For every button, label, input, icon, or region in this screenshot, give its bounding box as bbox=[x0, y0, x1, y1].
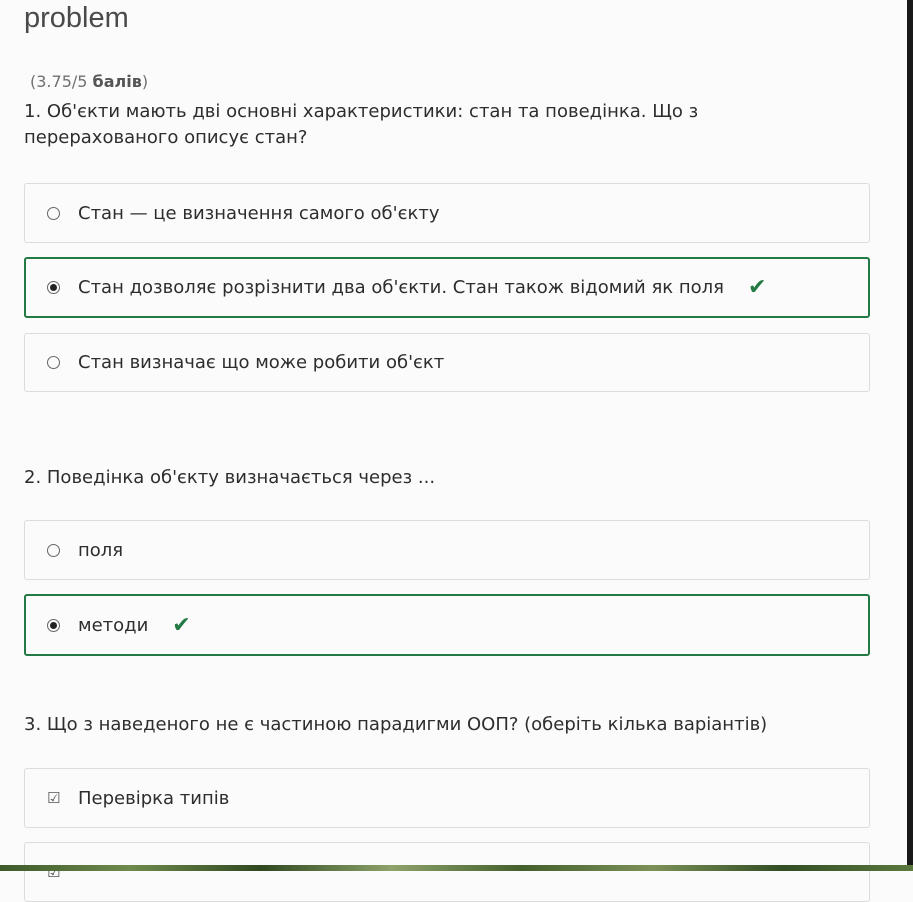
question-1-option-2[interactable]: Стан дозволяє розрізнити два об'єкти. Ст… bbox=[24, 257, 870, 318]
window-edge bbox=[907, 0, 913, 871]
question-3-option-2[interactable]: ☑ bbox=[24, 842, 870, 902]
question-2-option-2[interactable]: методи ✔ bbox=[24, 594, 870, 656]
option-label: Перевірка типів bbox=[78, 787, 230, 809]
option-label: поля bbox=[78, 539, 124, 561]
desktop-background-strip bbox=[0, 865, 913, 871]
question-3-option-1[interactable]: ☑ Перевірка типів bbox=[24, 768, 870, 828]
radio-icon[interactable] bbox=[47, 206, 60, 220]
score-text: (3.75/5 балів) bbox=[30, 72, 148, 91]
radio-icon[interactable] bbox=[47, 356, 60, 369]
option-label: Стан дозволяє розрізнити два об'єкти. Ст… bbox=[78, 277, 724, 298]
page-title: problem bbox=[24, 2, 129, 34]
question-1-option-3[interactable]: Стан визначає що може робити об'єкт bbox=[24, 333, 870, 392]
radio-icon[interactable] bbox=[47, 281, 60, 294]
question-1-option-1[interactable]: Стан — це визначення самого об'єкту bbox=[24, 183, 870, 243]
radio-icon[interactable] bbox=[47, 618, 60, 632]
checkbox-icon[interactable]: ☑ bbox=[47, 791, 61, 806]
option-label: Стан визначає що може робити об'єкт bbox=[78, 352, 445, 373]
check-icon: ✔ bbox=[748, 275, 767, 300]
option-label: Стан — це визначення самого об'єкту bbox=[78, 202, 440, 224]
question-2-option-1[interactable]: поля bbox=[24, 520, 870, 580]
score-close: ) bbox=[141, 72, 149, 91]
question-2-text: 2. Поведінка об'єкту визначається через … bbox=[24, 467, 436, 488]
check-icon: ✔ bbox=[172, 612, 191, 638]
question-3-text: 3. Що з наведеного не є частиною парадиг… bbox=[24, 714, 768, 735]
radio-icon[interactable] bbox=[47, 543, 60, 557]
option-label: методи bbox=[78, 614, 149, 636]
score-label: балів bbox=[92, 72, 142, 91]
question-1-text: 1. Об'єкти мають дві основні характерист… bbox=[24, 101, 699, 148]
score-value: (3.75/5 bbox=[30, 72, 88, 91]
quiz-page: problem (3.75/5 балів) 1. Об'єкти мають … bbox=[0, 0, 907, 902]
